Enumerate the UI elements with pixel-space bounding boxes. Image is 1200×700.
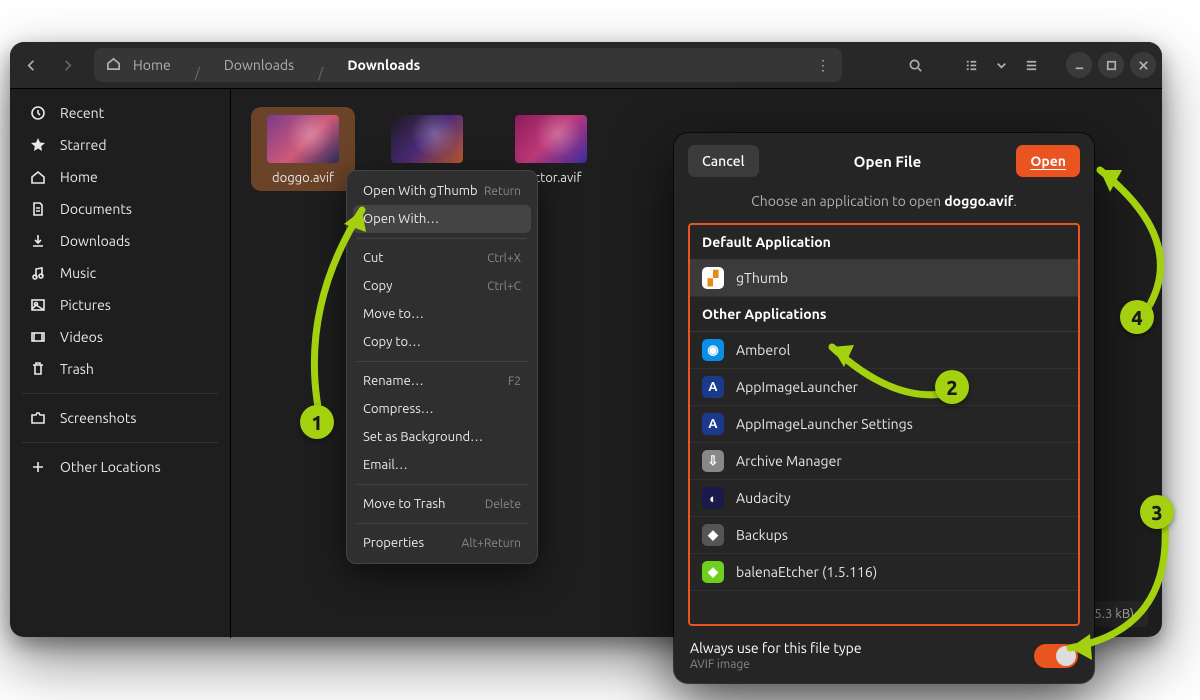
app-row[interactable]: ◆ balenaEtcher (1.5.116) <box>690 554 1078 591</box>
app-icon: ◐ <box>702 487 724 509</box>
sidebar-item-starred[interactable]: Starred <box>10 129 230 161</box>
window-maximize-button[interactable] <box>1098 52 1124 78</box>
sidebar-item-label: Home <box>60 169 98 185</box>
nav-back-button[interactable] <box>16 50 46 80</box>
sidebar: Recent Starred Home Documents Downloads … <box>10 89 231 638</box>
nav-forward-button[interactable] <box>52 50 82 80</box>
sidebar-item-other-locations[interactable]: Other Locations <box>10 451 230 483</box>
sidebar-item-label: Screenshots <box>60 410 136 426</box>
dialog-message: Choose an application to open doggo.avif… <box>674 187 1094 223</box>
view-list-button[interactable] <box>956 50 986 80</box>
app-row[interactable]: ⇩ Archive Manager <box>690 443 1078 480</box>
sidebar-item-documents[interactable]: Documents <box>10 193 230 225</box>
gthumb-icon: ▞ <box>702 267 724 289</box>
thumbnail <box>267 115 339 163</box>
app-label: Backups <box>736 527 788 543</box>
home-icon <box>106 56 129 74</box>
callout-2: 2 <box>935 370 969 404</box>
crumb-1[interactable]: Downloads <box>220 57 298 73</box>
window-minimize-button[interactable] <box>1066 52 1092 78</box>
app-icon: ◆ <box>702 561 724 583</box>
breadcrumb[interactable]: Home / Downloads / Downloads ⋮ <box>94 48 842 82</box>
app-icon: ⇩ <box>702 450 724 472</box>
callout-3: 3 <box>1140 495 1174 529</box>
crumb-home[interactable]: Home <box>129 57 175 73</box>
sidebar-item-label: Other Locations <box>60 459 161 475</box>
always-use-label: Always use for this file type <box>690 640 1034 656</box>
sidebar-item-pictures[interactable]: Pictures <box>10 289 230 321</box>
sidebar-item-label: Music <box>60 265 96 281</box>
app-icon: ◉ <box>702 339 724 361</box>
application-list[interactable]: Default Application ▞ gThumb Other Appli… <box>688 223 1080 626</box>
sidebar-item-label: Videos <box>60 329 103 345</box>
filetype-label: AVIF image <box>690 658 1034 671</box>
search-button[interactable] <box>900 50 930 80</box>
sidebar-item-trash[interactable]: Trash <box>10 353 230 385</box>
file-label: doggo.avif <box>255 171 351 185</box>
ctx-email[interactable]: Email… <box>353 451 531 479</box>
app-label: Audacity <box>736 490 791 506</box>
app-label: AppImageLauncher Settings <box>736 416 913 432</box>
app-gthumb[interactable]: ▞ gThumb <box>690 260 1078 297</box>
sidebar-item-screenshots[interactable]: Screenshots <box>10 402 230 434</box>
app-label: balenaEtcher (1.5.116) <box>736 564 877 580</box>
headerbar: Home / Downloads / Downloads ⋮ <box>10 42 1162 89</box>
ctx-move-to-trash[interactable]: Move to TrashDelete <box>353 490 531 518</box>
file-item[interactable]: doggo.avif <box>251 107 355 191</box>
app-icon: A <box>702 413 724 435</box>
ctx-properties[interactable]: PropertiesAlt+Return <box>353 529 531 557</box>
view-dropdown-button[interactable] <box>992 50 1010 80</box>
open-button[interactable]: Open <box>1016 145 1080 177</box>
sidebar-item-music[interactable]: Music <box>10 257 230 289</box>
dialog-header: Cancel Open File Open <box>674 133 1094 187</box>
sidebar-item-label: Documents <box>60 201 132 217</box>
sidebar-item-downloads[interactable]: Downloads <box>10 225 230 257</box>
sidebar-item-label: Recent <box>60 105 104 121</box>
hamburger-menu-button[interactable] <box>1016 50 1046 80</box>
dialog-footer: Always use for this file type AVIF image <box>674 626 1094 683</box>
cancel-button[interactable]: Cancel <box>688 145 759 177</box>
callout-1: 1 <box>300 405 334 439</box>
window-close-button[interactable] <box>1130 52 1156 78</box>
sidebar-item-recent[interactable]: Recent <box>10 97 230 129</box>
app-icon: A <box>702 376 724 398</box>
ctx-set-background[interactable]: Set as Background… <box>353 423 531 451</box>
sidebar-item-label: Pictures <box>60 297 111 313</box>
sidebar-item-label: Trash <box>60 361 94 377</box>
sidebar-item-home[interactable]: Home <box>10 161 230 193</box>
sidebar-item-label: Downloads <box>60 233 130 249</box>
sidebar-item-videos[interactable]: Videos <box>10 321 230 353</box>
app-label: Amberol <box>736 342 790 358</box>
dialog-title: Open File <box>759 153 1017 170</box>
app-row[interactable]: ◐ Audacity <box>690 480 1078 517</box>
app-row[interactable]: ◆ Backups <box>690 517 1078 554</box>
thumbnail <box>515 115 587 163</box>
app-label: Archive Manager <box>736 453 842 469</box>
sidebar-item-label: Starred <box>60 137 107 153</box>
app-icon: ◆ <box>702 524 724 546</box>
callout-4: 4 <box>1120 300 1154 334</box>
default-app-header: Default Application <box>690 225 1078 260</box>
path-menu-icon[interactable]: ⋮ <box>816 57 830 74</box>
crumb-2[interactable]: Downloads <box>343 57 424 73</box>
thumbnail <box>391 115 463 163</box>
